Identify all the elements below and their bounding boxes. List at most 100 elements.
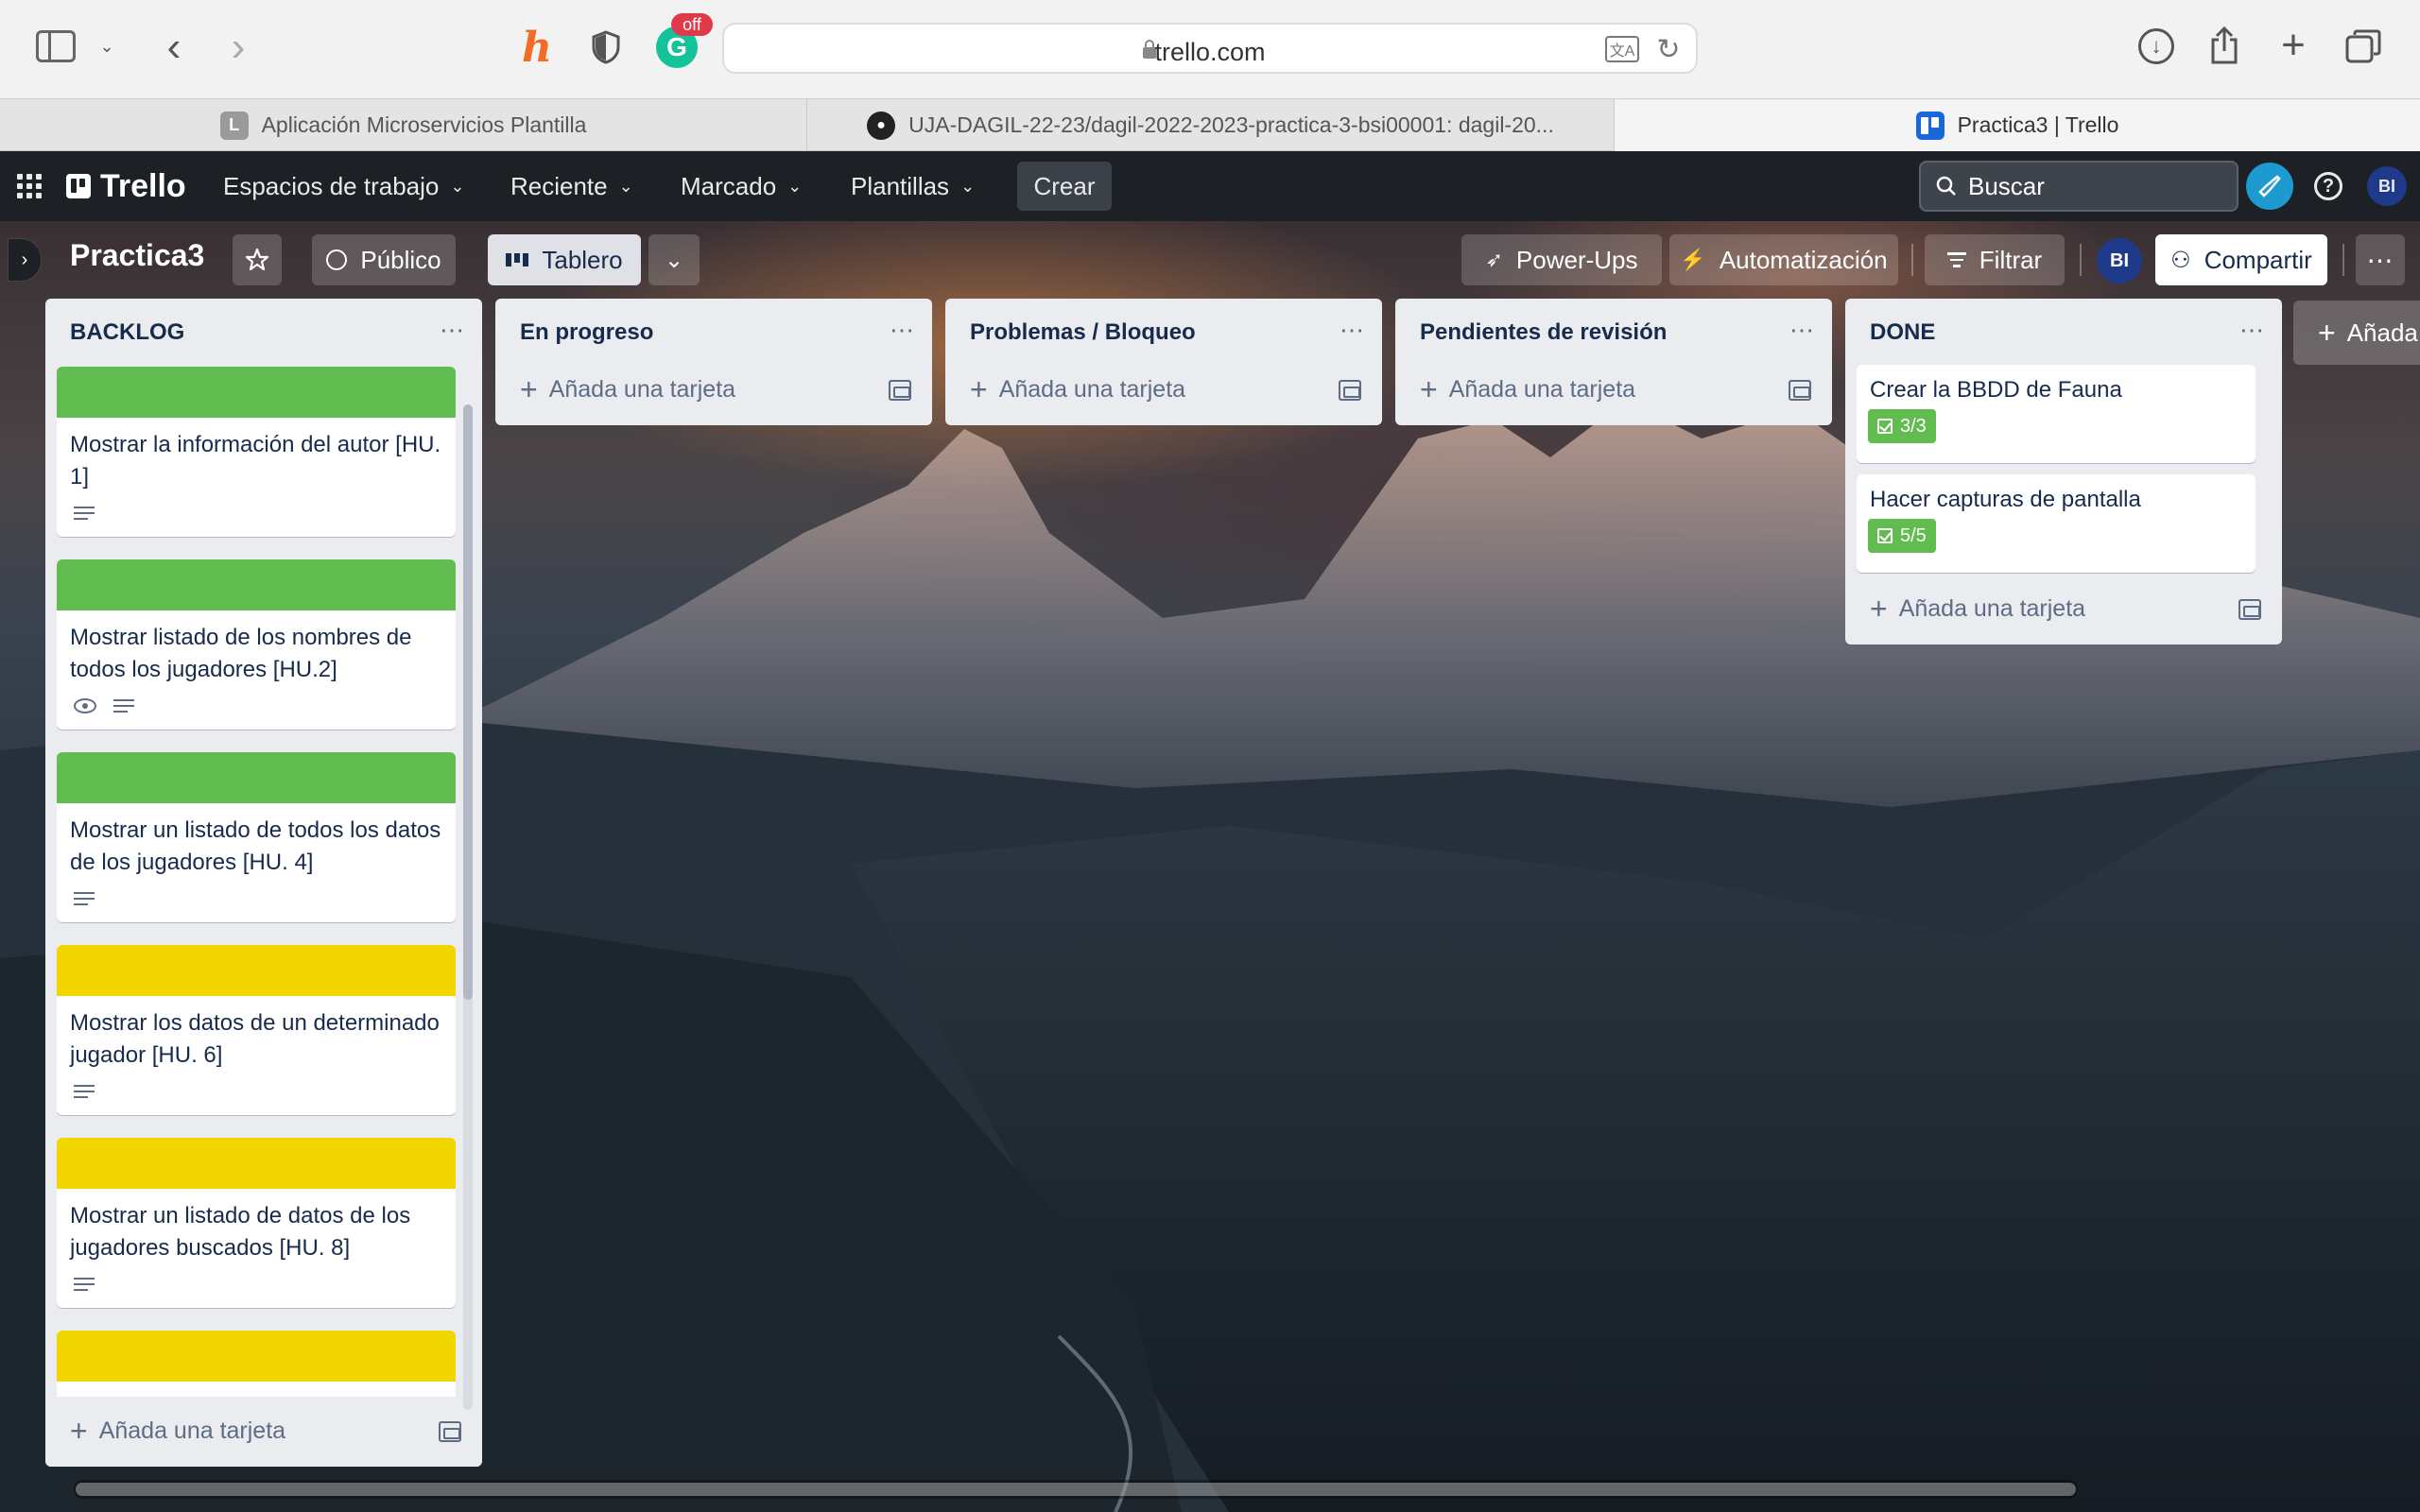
nav-reciente[interactable]: Reciente ⌄ (510, 151, 633, 221)
search-input[interactable]: Buscar (1919, 161, 2238, 212)
tab-github[interactable]: ● UJA-DAGIL-22-23/dagil-2022-2023-practi… (807, 99, 1615, 151)
card-label-yellow (57, 945, 456, 996)
github-icon: ● (867, 111, 896, 140)
trello-logo[interactable]: Trello (66, 151, 186, 221)
star-button[interactable] (233, 234, 282, 285)
list-title[interactable]: Pendientes de revisión (1420, 319, 1667, 346)
list-scrollbar[interactable] (463, 404, 473, 1410)
new-tab-icon[interactable]: + (2274, 22, 2312, 68)
translate-icon[interactable]: 文A (1605, 36, 1639, 62)
card[interactable]: Hacer capturas de pantalla 5/5 (1857, 474, 2256, 573)
list-menu-icon[interactable]: ⋯ (2239, 316, 2265, 345)
board-menu-button[interactable]: ⋯ (2356, 234, 2405, 285)
board-member-avatar[interactable]: BI (2097, 238, 2142, 284)
back-icon[interactable]: ‹ (155, 24, 193, 70)
downloads-icon[interactable]: ↓ (2138, 28, 2174, 64)
sidebar-expand-icon[interactable]: › (8, 238, 42, 282)
automation-label: Automatización (1719, 245, 1888, 274)
list-title[interactable]: BACKLOG (70, 319, 184, 346)
grammarly-off-badge: off (671, 13, 713, 36)
list-title[interactable]: Problemas / Bloqueo (970, 319, 1196, 346)
tab-overview-icon[interactable] (2344, 28, 2382, 64)
list-menu-icon[interactable]: ⋯ (890, 316, 915, 345)
card-title: Mostrar un listado de datos de los jugad… (70, 1203, 411, 1261)
app-switcher-icon[interactable] (17, 151, 42, 221)
share-icon[interactable] (2206, 25, 2242, 66)
add-card-button[interactable]: + Añada una tarjeta (520, 370, 735, 408)
add-card-button[interactable]: + Añada una tarjeta (70, 1412, 285, 1450)
card-label-green (57, 559, 456, 610)
card[interactable]: Crear la BBDD de Fauna 3/3 (1857, 365, 2256, 463)
lightning-icon: ⚡ (1680, 248, 1706, 271)
board-view-icon (506, 253, 529, 266)
tab-microservicios[interactable]: L Aplicación Microservicios Plantilla (0, 99, 807, 151)
visibility-button[interactable]: Público (312, 234, 456, 285)
chevron-down-icon[interactable]: ⌄ (95, 32, 119, 60)
card-template-icon[interactable] (889, 380, 911, 401)
list-done: DONE ⋯ Crear la BBDD de Fauna 3/3 Hacer … (1845, 299, 2282, 644)
view-board-button[interactable]: Tablero (488, 234, 641, 285)
share-button[interactable]: ⚇ Compartir (2155, 234, 2327, 285)
header-divider (2342, 244, 2344, 276)
add-list-button[interactable]: + Añada (2293, 301, 2420, 365)
view-switcher-button[interactable]: ⌄ (648, 234, 700, 285)
board-horizontal-scrollbar[interactable] (74, 1480, 2078, 1499)
add-card-button[interactable]: + Añada una tarjeta (1420, 370, 1635, 408)
card[interactable]: Mostrar los datos de un determinado juga… (57, 945, 456, 1115)
list-title[interactable]: En progreso (520, 319, 653, 346)
description-icon (74, 1278, 95, 1291)
list-menu-icon[interactable]: ⋯ (1340, 316, 1365, 345)
notifications-megaphone-icon[interactable] (2246, 163, 2293, 210)
filter-button[interactable]: Filtrar (1925, 234, 2065, 285)
tab-trello[interactable]: Practica3 | Trello (1615, 99, 2420, 151)
nav-plantillas[interactable]: Plantillas ⌄ (851, 151, 975, 221)
honey-extension-icon[interactable]: h (516, 23, 558, 72)
reload-icon[interactable]: ↻ (1654, 34, 1683, 65)
card[interactable]: Mostrar la información del autor [HU. 1] (57, 367, 456, 537)
address-bar[interactable]: trello.com 文A ↻ (722, 23, 1698, 74)
card[interactable]: Mostrar listado de los nombres de todos … (57, 559, 456, 730)
automation-button[interactable]: ⚡ Automatización (1669, 234, 1898, 285)
card[interactable]: Mostrar un listado de datos de los jugad… (57, 1138, 456, 1308)
nav-marcado[interactable]: Marcado ⌄ (681, 151, 802, 221)
card-title: Mostrar la información del autor [HU. 1] (70, 432, 441, 490)
card[interactable]: Mostrar un listado con los (57, 1331, 456, 1399)
add-card-label: Añada una tarjeta (1898, 594, 2086, 622)
description-icon (74, 1085, 95, 1098)
scrollbar-thumb[interactable] (463, 404, 473, 1000)
user-avatar[interactable]: BI (2367, 166, 2407, 206)
add-card-button[interactable]: + Añada una tarjeta (1870, 590, 2085, 627)
board-title[interactable]: Practica3 (70, 238, 204, 273)
filter-icon (1946, 252, 1966, 267)
list-menu-icon[interactable]: ⋯ (440, 316, 465, 345)
card-template-icon[interactable] (2238, 599, 2261, 620)
shield-extension-icon[interactable] (590, 28, 622, 66)
card-label-green (57, 367, 456, 418)
powerups-button[interactable]: ➶ Power-Ups (1461, 234, 1662, 285)
plus-icon: + (70, 1413, 88, 1448)
list-en-progreso: En progreso ⋯ + Añada una tarjeta (495, 299, 932, 425)
forward-icon[interactable]: › (219, 24, 257, 70)
board-header: › Practica3 Público Tablero ⌄ ➶ Power-Up… (0, 221, 2420, 297)
list-menu-icon[interactable]: ⋯ (1789, 316, 1815, 345)
description-icon (74, 507, 95, 520)
chevron-down-icon: ⌄ (618, 176, 633, 196)
card-title: Mostrar un listado de todos los datos de… (70, 817, 441, 875)
checklist-icon (1877, 528, 1893, 543)
card[interactable]: Mostrar un listado de todos los datos de… (57, 752, 456, 922)
card-template-icon[interactable] (1339, 380, 1361, 401)
add-card-button[interactable]: + Añada una tarjeta (970, 370, 1185, 408)
help-icon[interactable]: ? (2314, 172, 2342, 200)
nav-espacios-de-trabajo[interactable]: Espacios de trabajo ⌄ (223, 151, 464, 221)
list-title[interactable]: DONE (1870, 319, 1935, 346)
scrollbar-thumb[interactable] (76, 1483, 2076, 1496)
sidebar-toggle-icon[interactable] (36, 30, 76, 62)
create-button[interactable]: Crear (1017, 162, 1112, 211)
card-title: Hacer capturas de pantalla (1870, 487, 2141, 512)
card-template-icon[interactable] (1789, 380, 1811, 401)
description-icon (74, 892, 95, 905)
card-title: Mostrar un listado con los (57, 1380, 456, 1399)
card-template-icon[interactable] (439, 1421, 461, 1442)
list-problemas-bloqueo: Problemas / Bloqueo ⋯ + Añada una tarjet… (945, 299, 1382, 425)
view-label: Tablero (542, 245, 623, 274)
